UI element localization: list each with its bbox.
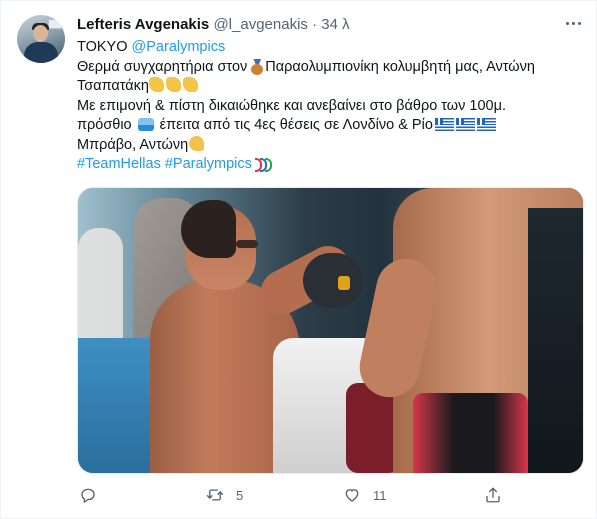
hashtag-link[interactable]: #TeamHellas: [77, 156, 161, 172]
text-line: πρόσθιο: [77, 117, 136, 133]
more-icon[interactable]: [562, 13, 586, 33]
greek-flag-icon: [455, 118, 475, 131]
flexed-biceps-icon: [189, 135, 205, 151]
greek-flag-icon: [476, 118, 496, 131]
avatar[interactable]: [17, 15, 65, 63]
clapping-hands-icon: [149, 77, 164, 92]
author-handle[interactable]: @l_avgenakis: [213, 16, 307, 33]
action-bar: 5 11: [0, 483, 597, 507]
like-button[interactable]: 11: [343, 483, 387, 507]
text-line: Μπράβο, Αντώνη: [77, 136, 189, 153]
tweet-time[interactable]: 34 λ: [321, 16, 349, 33]
avatar-flag: [48, 19, 62, 29]
clapping-hands-icon: [166, 77, 181, 92]
text-line: TOKYO: [77, 39, 132, 55]
like-count: 11: [373, 487, 387, 503]
bronze-medal-icon: [251, 58, 264, 75]
reply-icon: [81, 488, 95, 503]
text-line: Τσαπατάκη: [77, 78, 149, 94]
text-line: Με επιμονή & πίστη δικαιώθηκε και ανεβαί…: [77, 97, 506, 114]
reply-button[interactable]: [79, 483, 109, 507]
text-line: έπειτα από τις 4ες θέσεις σε Λονδίνο & Ρ…: [155, 117, 433, 133]
share-icon: [486, 487, 500, 503]
swimmer-icon: [137, 118, 154, 131]
hashtag-link[interactable]: #Paralympics: [165, 156, 252, 172]
paralympics-logo-icon: [254, 158, 272, 172]
text-line: Θερμά συγχαρητήρια στον: [77, 58, 252, 75]
mention-link[interactable]: @Paralympics: [132, 39, 226, 55]
text-line: Παραολυμπιονίκη κολυμβητή μας, Αντώνη: [265, 58, 535, 75]
retweet-count: 5: [236, 487, 244, 503]
retweet-icon: [206, 489, 224, 501]
like-icon: [345, 489, 359, 502]
tweet-header: Lefteris Avgenakis @l_avgenakis · 34 λ: [77, 15, 350, 35]
clapping-hands-icon: [183, 77, 198, 92]
tweet-photo[interactable]: [77, 187, 584, 474]
tweet-text: TOKYO @Paralympics Θερμά συγχαρητήρια στ…: [77, 38, 577, 175]
share-button[interactable]: [484, 483, 514, 507]
separator: ·: [312, 16, 318, 33]
retweet-button[interactable]: 5: [206, 483, 243, 507]
author-name[interactable]: Lefteris Avgenakis: [77, 16, 209, 33]
greek-flag-icon: [434, 118, 454, 131]
